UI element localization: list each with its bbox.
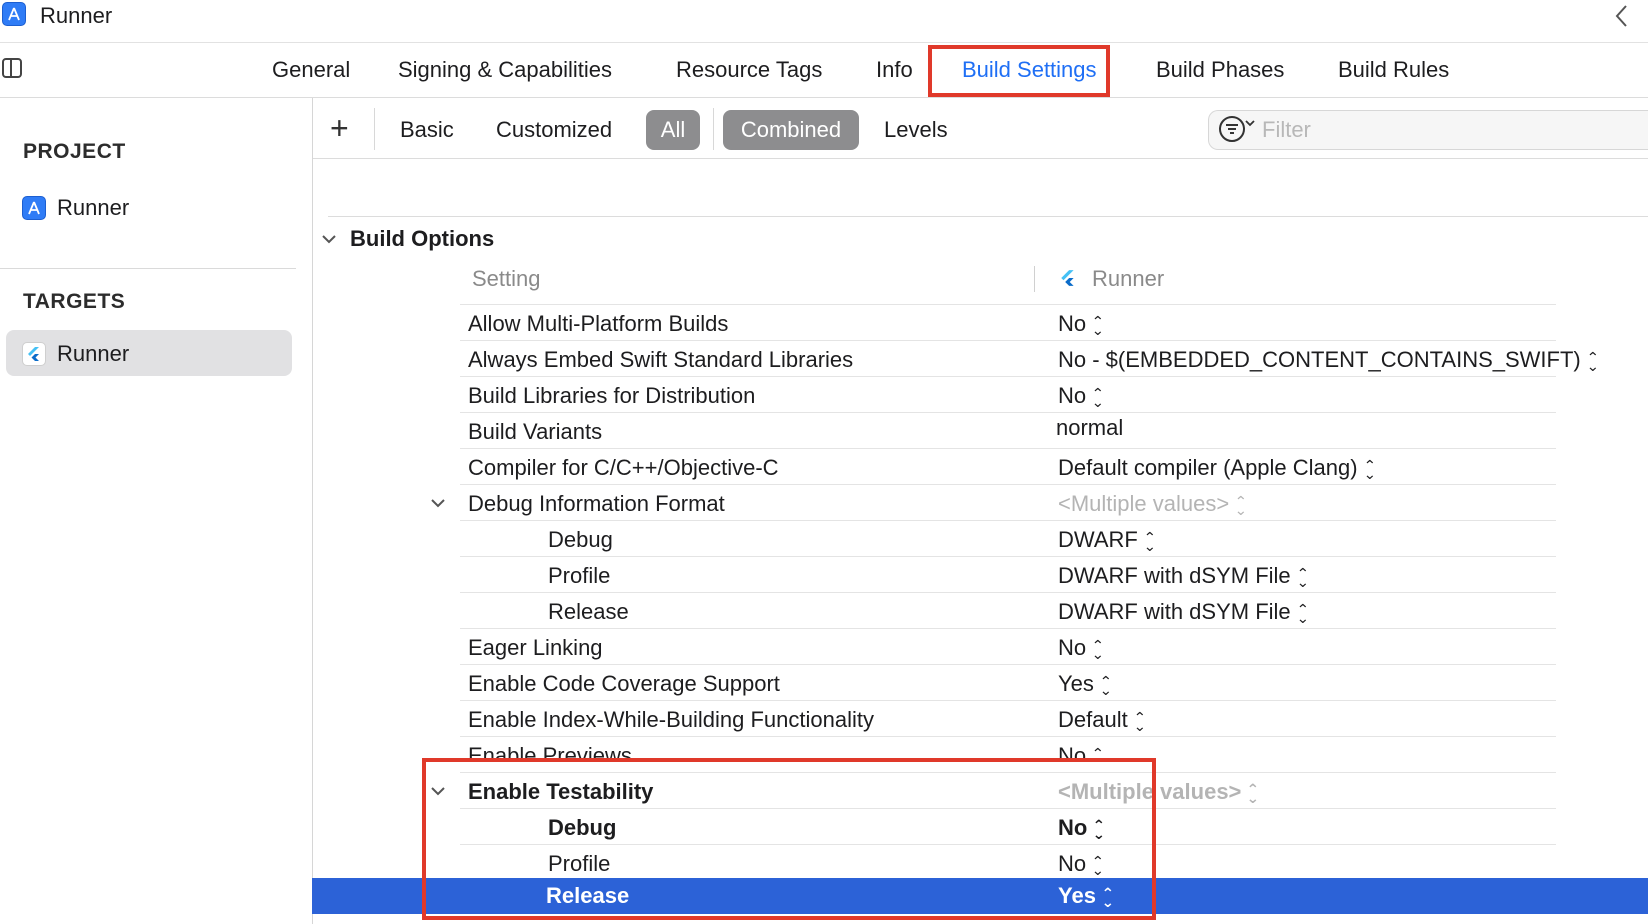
column-header-setting[interactable]: Setting bbox=[472, 266, 541, 292]
stepper-icon[interactable]: ⌃⌄ bbox=[1092, 314, 1105, 337]
column-divider bbox=[1034, 266, 1035, 292]
setting-name: Build Libraries for Distribution bbox=[468, 383, 756, 408]
chevron-down-icon[interactable] bbox=[1244, 116, 1256, 132]
setting-name: Debug Information Format bbox=[468, 491, 725, 516]
setting-value[interactable]: No - $(EMBEDDED_CONTENT_CONTAINS_SWIFT) ⌃… bbox=[1058, 347, 1599, 373]
setting-row[interactable]: Profile DWARF with dSYM File ⌃ ⌄ bbox=[460, 556, 1556, 593]
toolbar-separator bbox=[713, 108, 714, 150]
setting-name: Allow Multi-Platform Builds bbox=[468, 311, 729, 336]
setting-value[interactable]: <Multiple values> ⌃ ⌄ bbox=[1058, 491, 1248, 517]
combined-button[interactable]: Combined bbox=[723, 110, 859, 150]
setting-name: Enable Code Coverage Support bbox=[468, 671, 780, 696]
tab-signing-capabilities[interactable]: Signing & Capabilities bbox=[398, 57, 612, 83]
sidebar-item-project-runner[interactable]: Runner bbox=[57, 195, 129, 221]
title-bar bbox=[0, 0, 1648, 43]
setting-name: Release bbox=[548, 599, 629, 624]
sidebar-item-target-runner[interactable] bbox=[6, 330, 292, 376]
levels-button[interactable]: Levels bbox=[884, 117, 948, 143]
tab-build-phases[interactable]: Build Phases bbox=[1156, 57, 1284, 83]
setting-row[interactable]: Enable Code Coverage Support Yes ⌃ ⌄ bbox=[460, 664, 1556, 701]
divider bbox=[328, 216, 1648, 217]
setting-value[interactable]: DWARF with dSYM File ⌃ ⌄ bbox=[1058, 599, 1309, 625]
all-button[interactable]: All bbox=[646, 110, 700, 150]
stepper-icon[interactable]: ⌃⌄ bbox=[1092, 386, 1105, 409]
setting-row[interactable]: Debug Information Format <Multiple value… bbox=[431, 484, 1556, 521]
setting-row[interactable]: Always Embed Swift Standard Libraries No… bbox=[460, 340, 1599, 377]
window-title: Runner bbox=[40, 3, 113, 28]
setting-row[interactable]: Eager Linking No ⌃ ⌄ bbox=[460, 628, 1556, 665]
basic-button[interactable]: Basic bbox=[400, 117, 454, 143]
setting-row[interactable]: Allow Multi-Platform Builds No ⌃ ⌄ bbox=[460, 304, 1556, 341]
stepper-icon[interactable]: ⌃⌄ bbox=[1092, 638, 1105, 661]
setting-row[interactable]: Build Libraries for Distribution No ⌃ ⌄ bbox=[460, 376, 1556, 413]
filter-icon[interactable] bbox=[1218, 115, 1246, 143]
filter-placeholder: Filter bbox=[1262, 117, 1311, 142]
setting-value[interactable]: Default compiler (Apple Clang) ⌃ ⌄ bbox=[1058, 455, 1376, 481]
setting-value[interactable]: Default ⌃ ⌄ bbox=[1058, 707, 1146, 733]
chevron-left-icon[interactable] bbox=[1612, 2, 1642, 32]
setting-row[interactable]: Debug DWARF ⌃ ⌄ bbox=[460, 520, 1556, 557]
setting-name: Debug bbox=[548, 527, 613, 552]
setting-value[interactable]: No⌃⌄ bbox=[1058, 311, 1104, 337]
setting-row[interactable]: Release DWARF with dSYM File ⌃ ⌄ bbox=[460, 592, 1556, 629]
setting-row[interactable]: Build Variants normal bbox=[460, 412, 1556, 449]
setting-name: Enable Index-While-Building Functionalit… bbox=[468, 707, 874, 732]
project-heading: PROJECT bbox=[23, 140, 126, 163]
tab-general[interactable]: General bbox=[272, 57, 350, 83]
toolbar-separator bbox=[374, 108, 375, 150]
xcode-project-icon bbox=[22, 196, 46, 220]
stepper-icon[interactable]: ⌃⌄ bbox=[1296, 602, 1309, 625]
targets-heading: TARGETS bbox=[23, 290, 126, 313]
xcode-project-icon bbox=[2, 2, 26, 26]
stepper-icon[interactable]: ⌃⌄ bbox=[1133, 710, 1146, 733]
stepper-icon[interactable]: ⌃⌄ bbox=[1586, 350, 1599, 373]
tab-info[interactable]: Info bbox=[876, 57, 913, 83]
setting-name: Build Variants bbox=[468, 419, 603, 444]
build-settings-highlight-box bbox=[928, 45, 1110, 97]
setting-row[interactable]: Enable Index-While-Building Functionalit… bbox=[460, 700, 1556, 737]
enable-testability-highlight-box bbox=[422, 758, 1156, 920]
stepper-icon[interactable]: ⌃⌄ bbox=[1143, 530, 1156, 553]
setting-value[interactable]: DWARF ⌃ ⌄ bbox=[1058, 527, 1156, 553]
stepper-icon[interactable]: ⌃⌄ bbox=[1296, 566, 1309, 589]
stepper-icon[interactable]: ⌃⌄ bbox=[1235, 494, 1248, 517]
add-setting-button[interactable]: + bbox=[330, 112, 349, 144]
sidebar-item-target-label: Runner bbox=[57, 341, 130, 366]
setting-value[interactable]: normal bbox=[1056, 415, 1123, 441]
sidebar-divider bbox=[0, 268, 296, 269]
stepper-icon[interactable]: ⌃⌄ bbox=[1247, 782, 1260, 805]
project-navigator-sidebar bbox=[0, 98, 313, 924]
setting-name: Eager Linking bbox=[468, 635, 603, 660]
setting-value[interactable]: No⌃⌄ bbox=[1058, 635, 1104, 661]
row-disclosure-chevron-icon[interactable] bbox=[430, 495, 446, 511]
flutter-icon bbox=[1056, 266, 1080, 290]
column-header-target[interactable]: Runner bbox=[1092, 266, 1164, 292]
setting-name: Profile bbox=[548, 563, 611, 588]
section-disclosure-chevron-icon[interactable] bbox=[320, 230, 338, 248]
tab-resource-tags[interactable]: Resource Tags bbox=[676, 57, 822, 83]
stepper-icon[interactable]: ⌃⌄ bbox=[1099, 674, 1112, 697]
tab-build-rules[interactable]: Build Rules bbox=[1338, 57, 1449, 83]
setting-row[interactable]: Compiler for C/C++/Objective-C Default c… bbox=[460, 448, 1556, 485]
setting-name: Always Embed Swift Standard Libraries bbox=[468, 347, 854, 372]
section-title-build-options: Build Options bbox=[350, 226, 495, 251]
setting-value[interactable]: Yes ⌃ ⌄ bbox=[1058, 671, 1112, 697]
stepper-icon[interactable]: ⌃⌄ bbox=[1363, 458, 1376, 481]
setting-value[interactable]: No⌃⌄ bbox=[1058, 383, 1104, 409]
setting-value[interactable]: DWARF with dSYM File ⌃ ⌄ bbox=[1058, 563, 1309, 589]
setting-name: Compiler for C/C++/Objective-C bbox=[468, 455, 779, 480]
sidebar-toggle-icon[interactable] bbox=[2, 58, 22, 78]
customized-button[interactable]: Customized bbox=[496, 117, 612, 143]
flutter-icon bbox=[22, 342, 46, 366]
